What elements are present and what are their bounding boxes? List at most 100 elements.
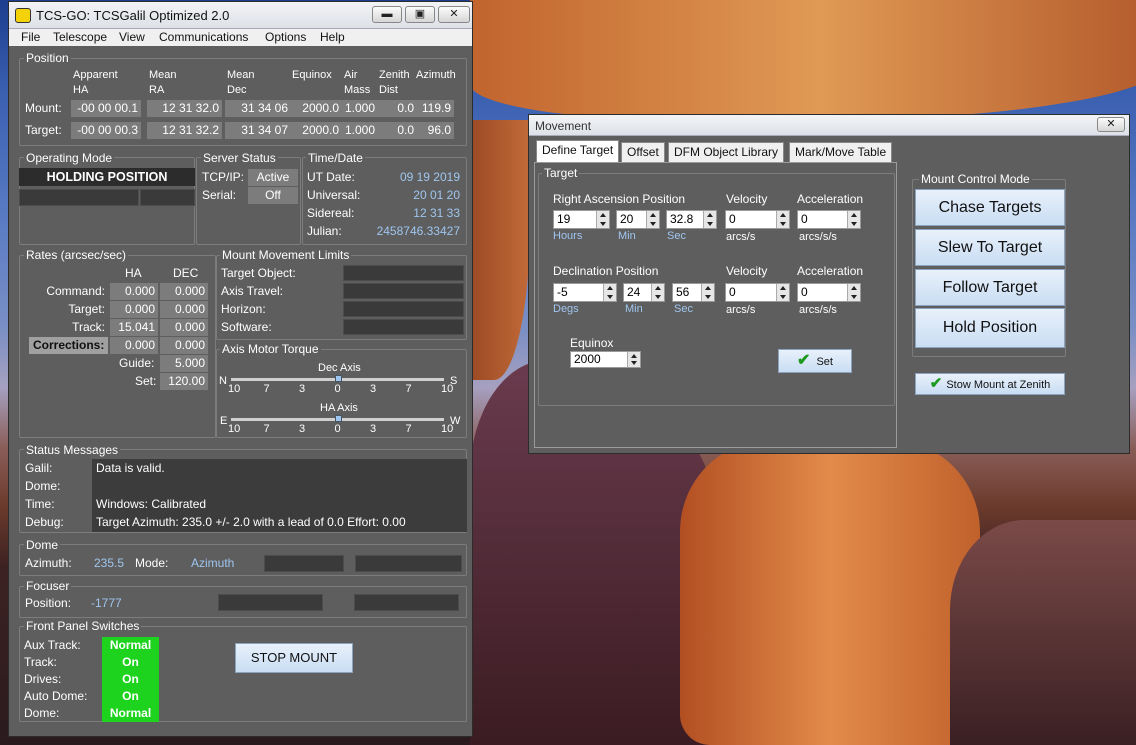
target-value-5: 0.0 [377,122,417,139]
switch-value-1: On [102,654,159,671]
status-value-0: Data is valid. [96,461,165,475]
ha-scale-0: 10 [228,423,241,435]
rates-col-dec: DEC [173,266,199,280]
position-header-sub-2: Dec [227,84,247,96]
slew-to-target-button[interactable]: Slew To Target [915,229,1065,266]
serial-value: Off [248,187,298,204]
minimize-button[interactable]: ▬ [372,6,402,23]
target-value-1: 12 31 32.2 [147,122,222,139]
menu-help[interactable]: Help [320,30,345,44]
menu-options[interactable]: Options [265,30,306,44]
follow-target-button[interactable]: Follow Target [915,269,1065,306]
ra-vel-unit: arcs/s [726,231,756,243]
rates-dec-3: 0.000 [160,337,208,354]
ra-hours-input[interactable]: 19 [553,210,610,229]
position-header-sub-5: Dist [379,84,398,96]
mount-value-1: 12 31 32.0 [147,100,222,117]
dec-velocity-title: Velocity [726,264,768,278]
ra-accel-title: Acceleration [797,192,864,206]
position-header-1: Mean [149,69,177,81]
menu-telescope[interactable]: Telescope [53,30,107,44]
mount-value-5: 0.0 [377,100,417,117]
focuser-title: Focuser [24,579,72,593]
ra-title: Right Ascension Position [553,192,686,206]
limit-label-1: Axis Travel: [221,284,284,298]
dome-azimuth-value: 235.5 [94,556,125,570]
target-group-title: Target [542,166,580,180]
close-button[interactable]: ✕ [438,6,470,23]
stow-mount-button[interactable]: ✔ Stow Mount at Zenith [915,373,1065,395]
dec-torque-marker [334,375,342,382]
dec-sec-input[interactable]: 56 [672,283,715,302]
ha-scale-5: 7 [405,423,412,435]
rates-col-ha: HA [125,266,142,280]
status-label-2: Time: [25,497,55,511]
time-value-0: 09 19 2019 [399,170,460,184]
limit-field-1 [343,283,464,299]
status-label-1: Dome: [25,479,61,493]
equinox-title: Equinox [570,336,614,350]
set-label: Set: [135,374,157,388]
switches-group [19,626,467,722]
ra-accel-input[interactable]: 0 [797,210,861,229]
movement-close-button[interactable]: ✕ [1097,117,1125,132]
time-value-2: 12 31 33 [413,206,460,220]
time-label-0: UT Date: [307,170,355,184]
tab-strip: Define Target Offset DFM Object Library … [536,140,898,162]
position-header-sub-1: RA [149,84,165,96]
stop-mount-button[interactable]: STOP MOUNT [235,643,353,673]
status-label-0: Galil: [25,461,53,475]
ra-min-input[interactable]: 20 [616,210,660,229]
switch-label-3: Auto Dome: [24,689,88,703]
ha-scale-4: 3 [370,423,377,435]
status-value-3: Target Azimuth: 235.0 +/- 2.0 with a lea… [96,515,406,529]
limit-field-0 [343,265,464,281]
ha-axis-label: HA Axis [320,402,358,414]
tab-mark-move-table[interactable]: Mark/Move Table [789,142,893,162]
stow-checkmark-icon: ✔ [929,375,943,392]
focuser-field-1 [218,594,323,611]
tab-dfm-object-library[interactable]: DFM Object Library [668,142,785,162]
dec-scale-4: 3 [370,383,377,395]
position-header-3: Equinox [292,69,332,81]
set-button[interactable]: ✔ Set [778,349,852,373]
rates-label-1: Target: [68,302,105,316]
menu-file[interactable]: File [21,30,40,44]
focuser-position-value: -1777 [91,596,122,610]
dec-min-input[interactable]: 24 [623,283,665,302]
maximize-button[interactable]: ▣ [405,6,435,23]
app-icon [15,8,31,23]
target-value-2: 31 34 07 [225,122,291,139]
operating-mode-sub-2 [140,189,195,206]
ha-torque-marker [334,415,342,422]
time-label-1: Universal: [307,188,361,202]
dec-accel-input[interactable]: 0 [797,283,861,302]
rates-ha-0: 0.000 [110,283,158,300]
tcpip-label: TCP/IP: [202,170,245,184]
dec-scale-3: 0 [334,383,341,395]
limits-title: Mount Movement Limits [220,248,352,262]
position-title: Position [24,51,71,65]
dec-title: Declination Position [553,264,659,278]
rates-ha-2: 15.041 [110,319,158,336]
corrections-label[interactable]: Corrections: [29,337,109,354]
rates-dec-2: 0.000 [160,319,208,336]
switches-title: Front Panel Switches [24,619,142,633]
tab-define-target[interactable]: Define Target [536,140,620,162]
status-label-3: Debug: [25,515,64,529]
dec-velocity-input[interactable]: 0 [725,283,790,302]
dec-degs-input[interactable]: -5 [553,283,617,302]
set-value: 120.00 [160,373,208,390]
rates-label-2: Track: [72,320,105,334]
chase-targets-button[interactable]: Chase Targets [915,189,1065,226]
tab-offset[interactable]: Offset [621,142,665,162]
equinox-input[interactable]: 2000 [570,351,641,368]
menu-view[interactable]: View [119,30,145,44]
hold-position-button[interactable]: Hold Position [915,308,1065,348]
ra-sec-input[interactable]: 32.8 [666,210,717,229]
dome-mode-value: Azimuth [191,556,235,570]
dome-field-2 [355,555,462,572]
ra-velocity-input[interactable]: 0 [725,210,790,229]
menu-communications[interactable]: Communications [159,30,248,44]
time-value-1: 20 01 20 [413,188,460,202]
